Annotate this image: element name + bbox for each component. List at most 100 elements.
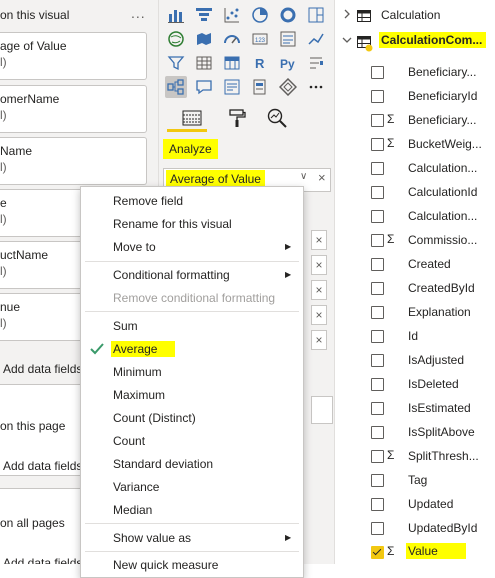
field-checkbox-checked[interactable]: [371, 546, 384, 559]
slicer-icon[interactable]: [165, 52, 187, 74]
chevron-right-icon[interactable]: [342, 9, 352, 19]
analytics-tab[interactable]: [262, 104, 292, 132]
field-item[interactable]: Calculation...: [335, 159, 495, 179]
field-checkbox[interactable]: [371, 210, 384, 223]
decomposition-tree-icon[interactable]: [165, 76, 187, 98]
field-item-value[interactable]: Σ Value: [335, 543, 495, 563]
filter-card[interactable]: omerName l): [0, 85, 147, 133]
map-icon[interactable]: [165, 28, 187, 50]
field-item[interactable]: CreatedById: [335, 279, 495, 299]
field-checkbox[interactable]: [371, 162, 384, 175]
smart-narrative-icon[interactable]: [221, 76, 243, 98]
r-visual-icon[interactable]: R: [249, 52, 271, 74]
field-checkbox[interactable]: [371, 378, 384, 391]
menu-item-count[interactable]: Count: [113, 434, 145, 448]
filter-card[interactable]: Name l): [0, 137, 147, 185]
menu-item-conditional-formatting[interactable]: Conditional formatting: [113, 268, 230, 282]
menu-item-minimum[interactable]: Minimum: [113, 365, 162, 379]
table-calculation-components[interactable]: CalculationCom...: [335, 31, 495, 52]
chevron-down-icon[interactable]: ∨: [300, 171, 307, 182]
donut-chart-icon[interactable]: [277, 4, 299, 26]
menu-item-rename[interactable]: Rename for this visual: [113, 217, 232, 231]
field-checkbox[interactable]: [371, 90, 384, 103]
field-item[interactable]: Id: [335, 327, 495, 347]
field-checkbox[interactable]: [371, 138, 384, 151]
menu-item-standard-deviation[interactable]: Standard deviation: [113, 457, 213, 471]
scatter-chart-icon[interactable]: [221, 4, 243, 26]
field-item[interactable]: Σ BucketWeig...: [335, 135, 495, 155]
table-calculation[interactable]: Calculation: [335, 5, 495, 25]
field-item[interactable]: Calculation...: [335, 207, 495, 227]
field-checkbox[interactable]: [371, 498, 384, 511]
paginated-report-icon[interactable]: [249, 76, 271, 98]
field-checkbox[interactable]: [371, 330, 384, 343]
field-item[interactable]: Beneficiary...: [335, 63, 495, 83]
menu-item-show-value-as[interactable]: Show value as: [113, 531, 191, 545]
field-item[interactable]: Tag: [335, 471, 495, 491]
stacked-column-chart-icon[interactable]: [165, 4, 187, 26]
field-item[interactable]: UpdatedById: [335, 519, 495, 539]
remove-field-icon[interactable]: ×: [311, 280, 327, 300]
menu-item-remove-field[interactable]: Remove field: [113, 194, 183, 208]
field-item[interactable]: IsSplitAbove: [335, 423, 495, 443]
field-checkbox[interactable]: [371, 306, 384, 319]
kpi-icon[interactable]: [305, 28, 327, 50]
table-icon[interactable]: [193, 52, 215, 74]
menu-item-move-to[interactable]: Move to: [113, 240, 156, 254]
field-checkbox[interactable]: [371, 354, 384, 367]
field-checkbox[interactable]: [371, 234, 384, 247]
gauge-icon[interactable]: [221, 28, 243, 50]
field-item[interactable]: Σ SplitThresh...: [335, 447, 495, 467]
field-item[interactable]: Created: [335, 255, 495, 275]
python-visual-icon[interactable]: Py: [277, 52, 299, 74]
multi-row-card-icon[interactable]: [277, 28, 299, 50]
key-influencers-icon[interactable]: [305, 52, 327, 74]
remove-field-icon[interactable]: ×: [311, 230, 327, 250]
field-item[interactable]: IsDeleted: [335, 375, 495, 395]
menu-item-average[interactable]: Average: [111, 341, 176, 357]
field-item[interactable]: IsAdjusted: [335, 351, 495, 371]
menu-item-maximum[interactable]: Maximum: [113, 388, 165, 402]
menu-item-variance[interactable]: Variance: [113, 480, 159, 494]
build-visual-tab[interactable]: [177, 104, 207, 132]
menu-item-new-quick-measure[interactable]: New quick measure: [113, 558, 218, 572]
more-options-icon[interactable]: ...: [131, 5, 146, 21]
field-item[interactable]: Explanation: [335, 303, 495, 323]
field-checkbox[interactable]: [371, 258, 384, 271]
field-checkbox[interactable]: [371, 114, 384, 127]
menu-item-count-distinct[interactable]: Count (Distinct): [113, 411, 196, 425]
field-item[interactable]: BeneficiaryId: [335, 87, 495, 107]
funnel-chart-icon[interactable]: [193, 4, 215, 26]
menu-item-median[interactable]: Median: [113, 503, 152, 517]
filter-card[interactable]: age of Value l): [0, 32, 147, 80]
field-item[interactable]: Σ Commissio...: [335, 231, 495, 251]
field-item[interactable]: Updated: [335, 495, 495, 515]
field-checkbox[interactable]: [371, 426, 384, 439]
field-checkbox[interactable]: [371, 402, 384, 415]
field-checkbox[interactable]: [371, 282, 384, 295]
field-item[interactable]: CalculationId: [335, 183, 495, 203]
treemap-icon[interactable]: [305, 4, 327, 26]
format-visual-tab[interactable]: [222, 104, 252, 132]
chevron-down-icon[interactable]: [342, 35, 352, 45]
matrix-icon[interactable]: [221, 52, 243, 74]
field-item[interactable]: IsEstimated: [335, 399, 495, 419]
remove-field-icon[interactable]: ×: [311, 330, 327, 350]
remove-field-icon[interactable]: ×: [318, 170, 326, 185]
field-item[interactable]: Σ Beneficiary...: [335, 111, 495, 131]
field-checkbox[interactable]: [371, 186, 384, 199]
menu-item-sum[interactable]: Sum: [113, 319, 138, 333]
field-checkbox[interactable]: [371, 522, 384, 535]
field-checkbox[interactable]: [371, 474, 384, 487]
card-icon[interactable]: 123: [249, 28, 271, 50]
field-checkbox[interactable]: [371, 66, 384, 79]
remove-field-icon[interactable]: ×: [311, 255, 327, 275]
more-visuals-icon[interactable]: [305, 76, 327, 98]
field-checkbox[interactable]: [371, 450, 384, 463]
drillthrough-drop[interactable]: [311, 396, 333, 424]
filled-map-icon[interactable]: [193, 28, 215, 50]
qna-icon[interactable]: [193, 76, 215, 98]
pie-chart-icon[interactable]: [249, 4, 271, 26]
remove-field-icon[interactable]: ×: [311, 305, 327, 325]
power-apps-icon[interactable]: [277, 76, 299, 98]
